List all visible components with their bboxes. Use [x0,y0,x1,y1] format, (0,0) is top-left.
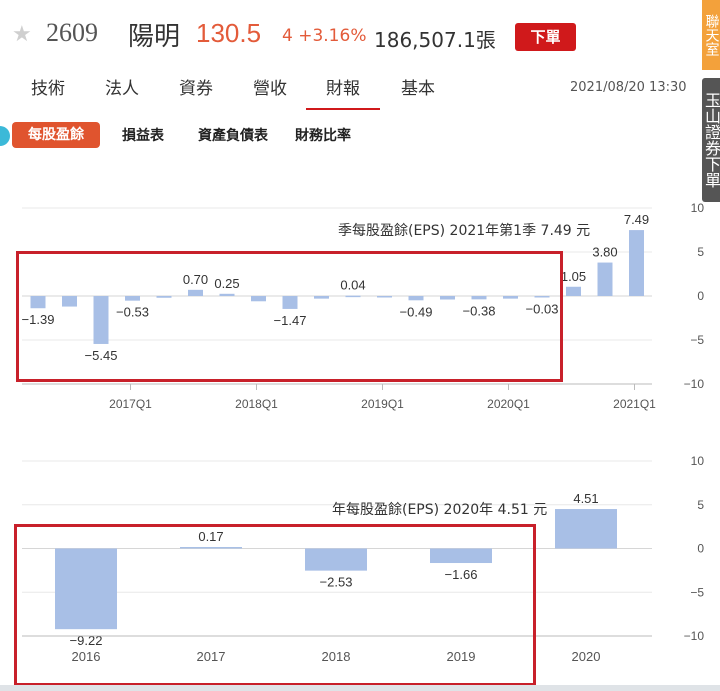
quarterly-bar [597,262,613,296]
quarterly-x-tick-label: 2020Q1 [487,397,530,411]
highlight-box-annual [14,524,536,686]
annual-y-tick-label: 0 [697,542,704,556]
quarterly-data-label: 7.49 [624,212,649,227]
quarterly-x-tick-label: 2018Q1 [235,397,278,411]
quarterly-y-tick-label: 5 [697,245,704,259]
quarterly-y-tick-label: −5 [690,333,704,347]
annual-chart-title: 年每股盈餘(EPS) 2020年 4.51 元 [332,502,548,518]
quarterly-bar [566,286,581,296]
annual-y-tick-label: −10 [684,629,705,643]
quarterly-x-tick-label: 2021Q1 [613,397,656,411]
quarterly-data-label: 1.05 [561,269,586,284]
quarterly-bar [629,230,644,296]
quarterly-x-tick-label: 2017Q1 [109,397,152,411]
bottom-scroll-strip [0,685,720,691]
quarterly-y-tick-label: 0 [697,289,704,303]
annual-data-label: 4.51 [573,491,598,506]
annual-bar [555,509,617,549]
quarterly-y-tick-label: 10 [691,201,705,215]
quarterly-y-tick-label: −10 [684,377,705,391]
annual-y-tick-label: 10 [691,454,705,468]
annual-y-tick-label: 5 [697,498,704,512]
quarterly-x-tick-label: 2019Q1 [361,397,404,411]
annual-y-tick-label: −5 [690,585,704,599]
highlight-box-quarterly [16,251,563,382]
annual-x-tick-label: 2020 [572,649,601,664]
quarterly-data-label: 3.80 [592,245,617,260]
quarterly-chart-title: 季每股盈餘(EPS) 2021年第1季 7.49 元 [338,223,591,239]
